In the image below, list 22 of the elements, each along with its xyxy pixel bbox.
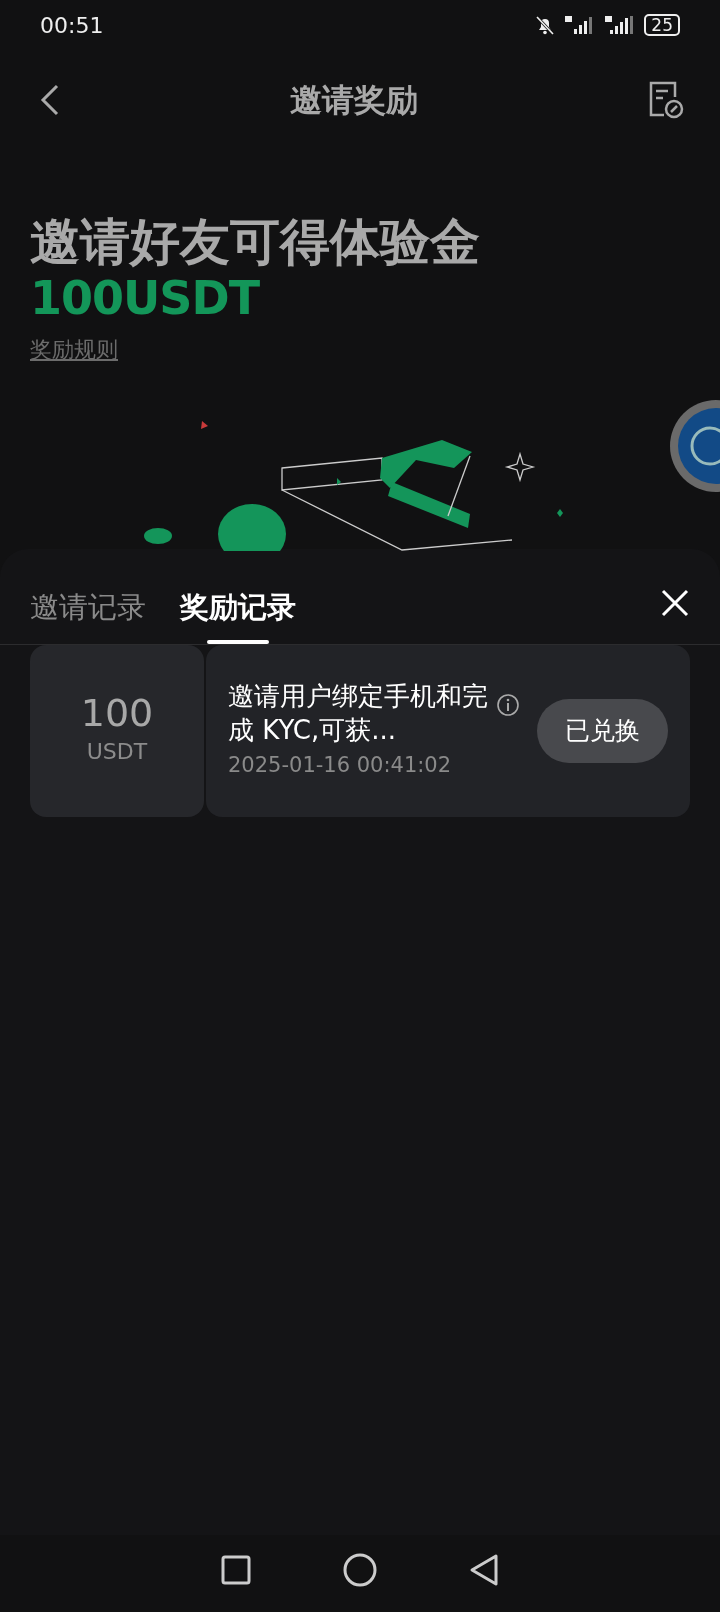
document-clock-icon[interactable] xyxy=(648,81,684,119)
page-title: 邀请奖励 xyxy=(290,80,418,121)
recent-apps-icon[interactable] xyxy=(221,1554,251,1585)
reward-amount: 100USDT xyxy=(30,272,261,325)
floating-button[interactable] xyxy=(668,397,720,494)
clock-time: 00:51 xyxy=(40,11,104,40)
home-icon[interactable] xyxy=(343,1552,377,1587)
record-description: 邀请用户绑定手机和完成 KYC,可获... xyxy=(228,680,488,748)
back-icon[interactable] xyxy=(469,1552,499,1587)
tab[interactable]: 奖励记录 xyxy=(180,586,296,644)
muted-bell-icon xyxy=(534,14,557,36)
tab[interactable]: 邀请记录 xyxy=(30,586,146,644)
battery-indicator: 25 xyxy=(644,13,680,37)
info-icon[interactable] xyxy=(496,692,520,717)
close-button[interactable] xyxy=(660,588,690,619)
back-icon[interactable] xyxy=(40,84,60,116)
record-unit: USDT xyxy=(86,738,148,767)
record-amount: 100 xyxy=(80,693,154,736)
status-button[interactable]: 已兑换 xyxy=(537,699,668,763)
record-time: 2025-01-16 00:41:02 xyxy=(228,751,453,779)
rules-link[interactable]: 奖励规则 xyxy=(30,332,118,366)
promo-headline: 邀请好友可得体验金 xyxy=(30,212,481,272)
